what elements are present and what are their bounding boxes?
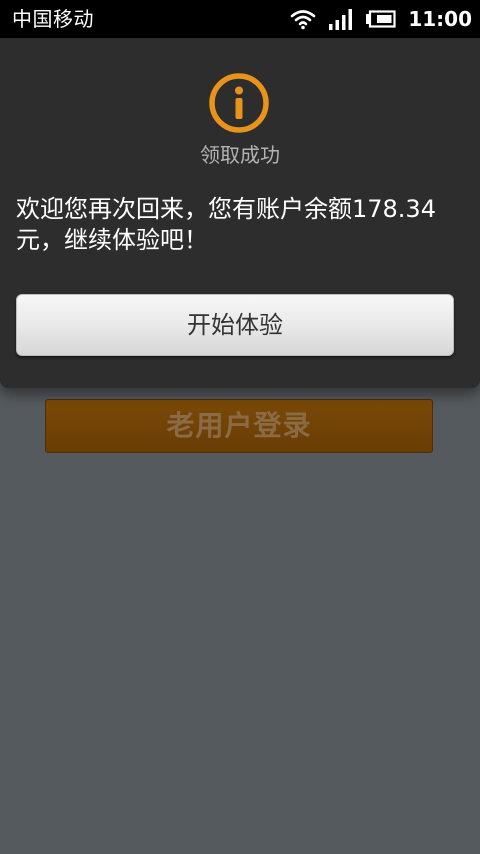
info-icon (209, 73, 269, 133)
dialog-title: 领取成功 (200, 143, 280, 167)
status-bar: 中国移动 11:00 (0, 0, 480, 38)
status-icons: 11:00 (290, 4, 472, 34)
success-dialog: 领取成功 欢迎您再次回来，您有账户余额178.34元，继续体验吧！ 开始体验 (0, 38, 480, 388)
start-experience-button[interactable]: 开始体验 (16, 294, 454, 356)
signal-icon (328, 8, 354, 30)
clock: 11:00 (408, 7, 472, 31)
carrier-name: 中国移动 (12, 7, 94, 31)
old-user-login-button[interactable]: 老用户登录 (45, 399, 433, 453)
wifi-icon (290, 8, 316, 30)
dialog-message: 欢迎您再次回来，您有账户余额178.34元，继续体验吧！ (16, 195, 436, 254)
battery-icon (366, 10, 396, 28)
